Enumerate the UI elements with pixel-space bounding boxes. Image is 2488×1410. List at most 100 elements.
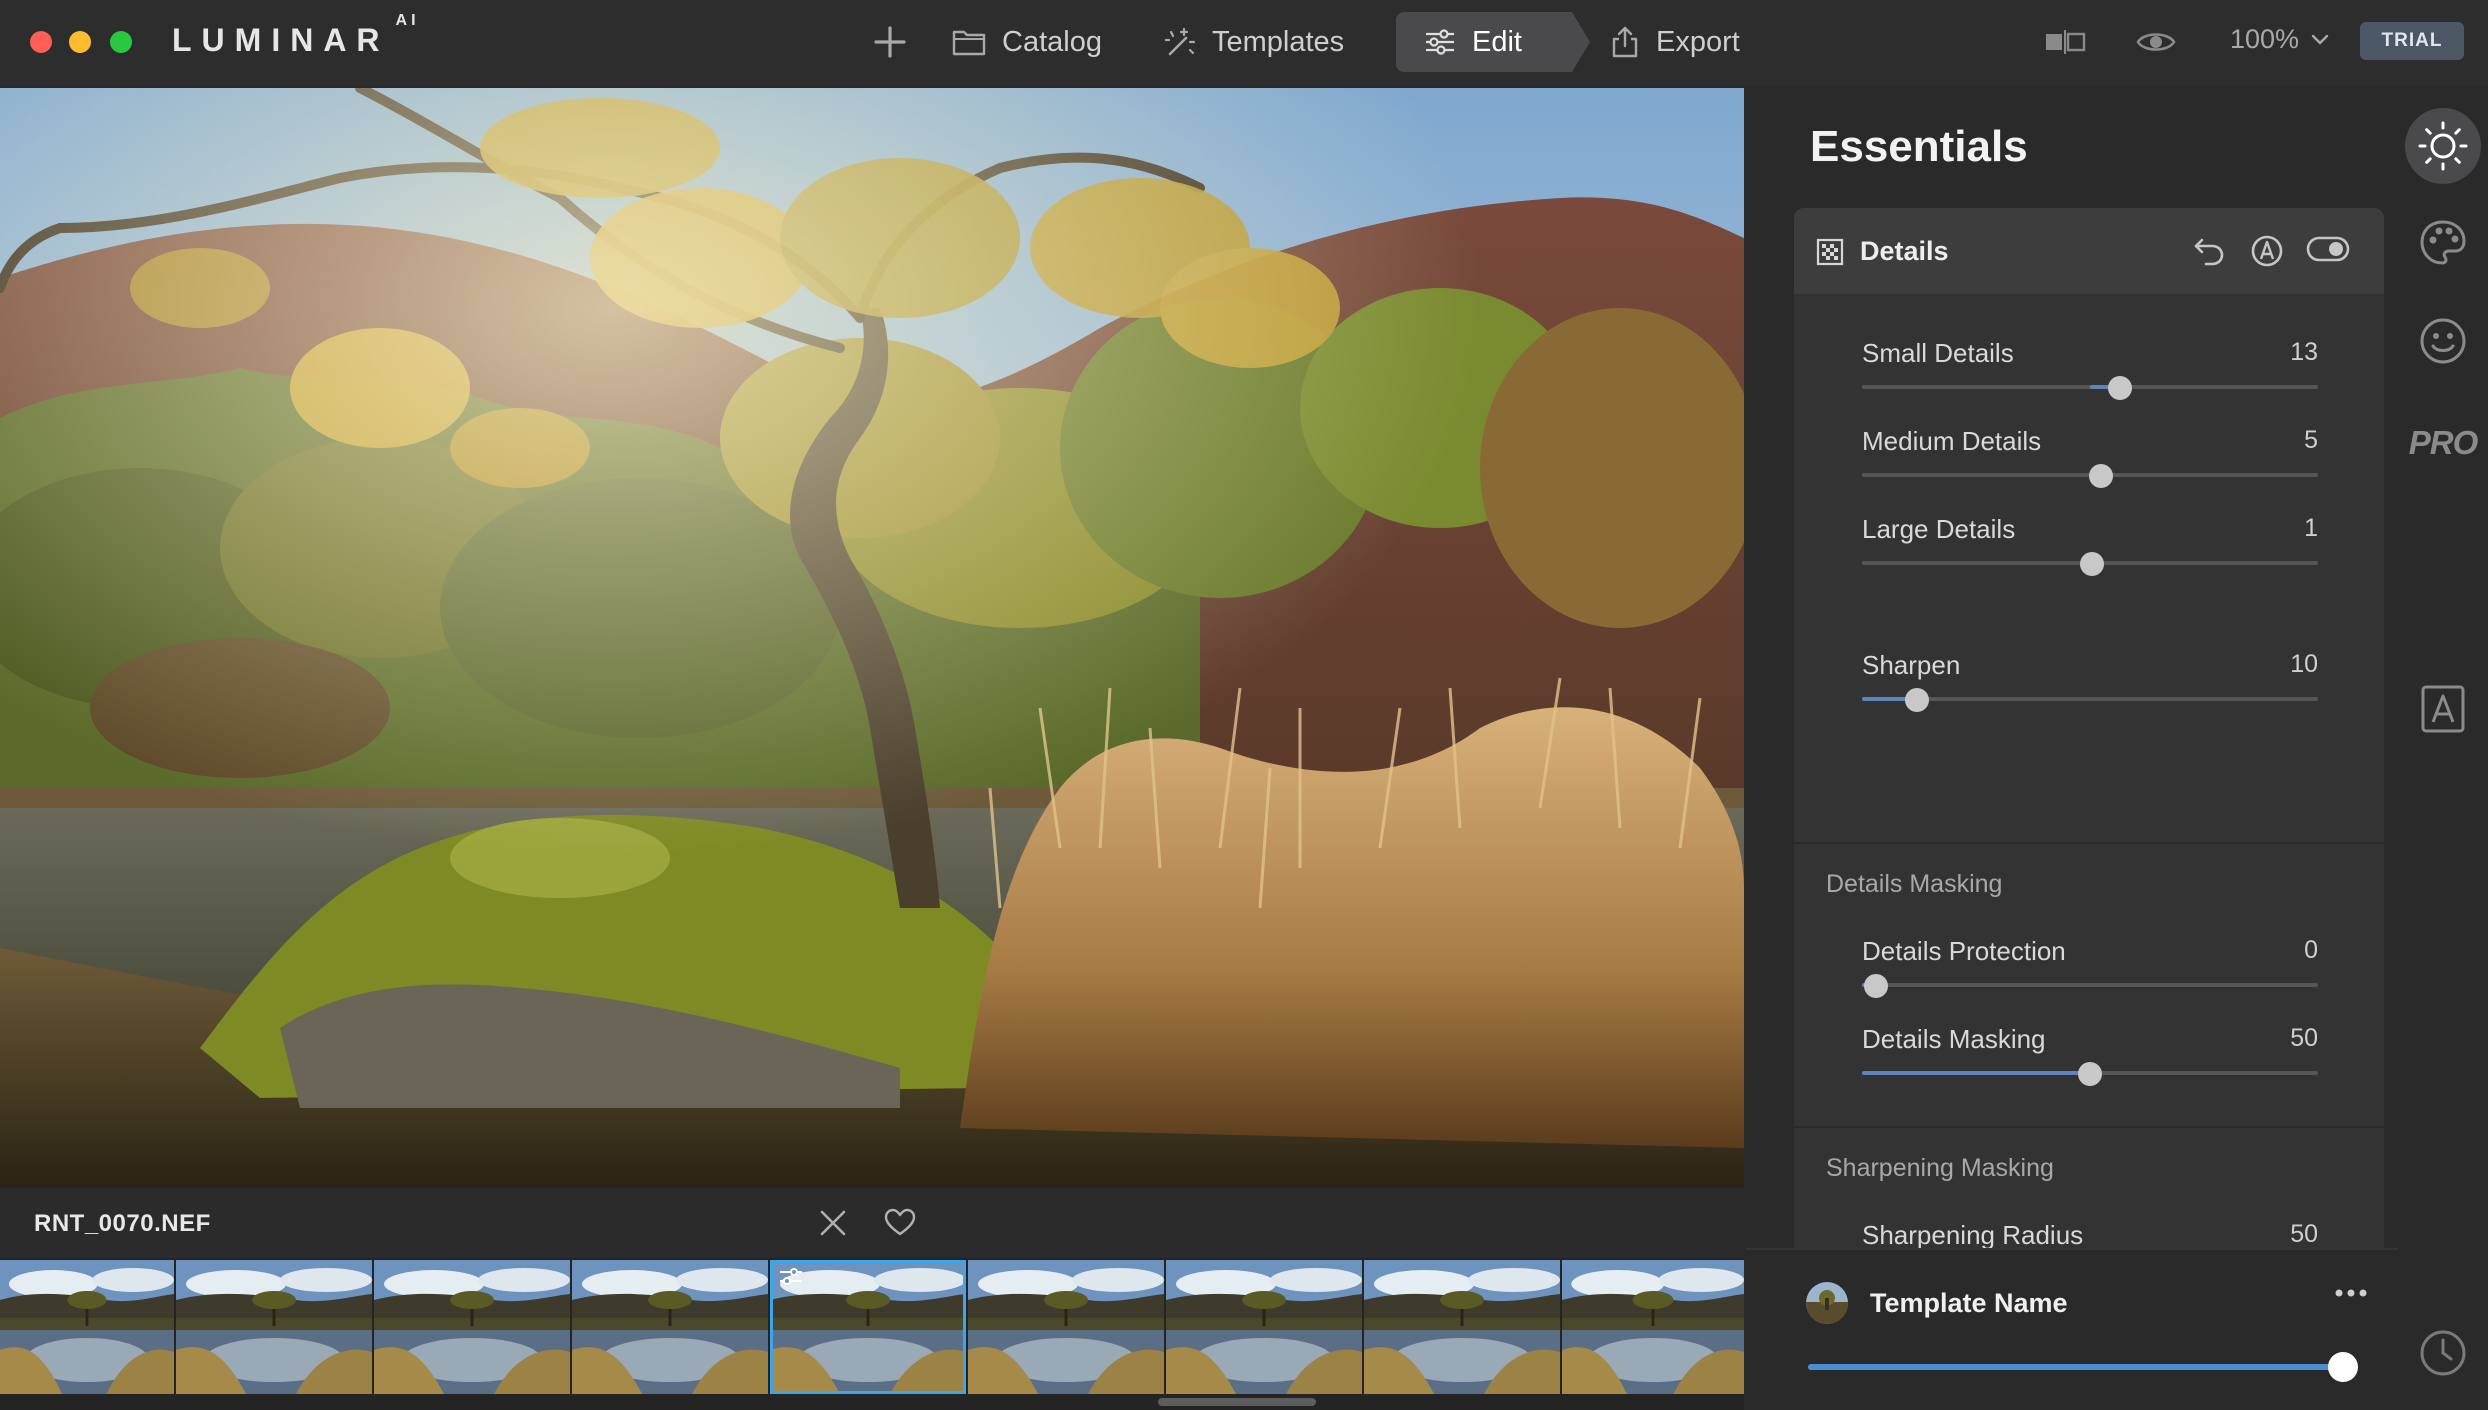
filmstrip-thumbnail[interactable]: [1364, 1260, 1560, 1394]
clock-icon: [2420, 1330, 2466, 1376]
thumbnail-image: [572, 1260, 768, 1394]
details-masking-fill: [1862, 1071, 2090, 1075]
medium-details-knob[interactable]: [2089, 464, 2114, 488]
portrait-tab[interactable]: [2398, 316, 2488, 366]
large-details-knob[interactable]: [2080, 552, 2105, 576]
small-details-knob[interactable]: [2108, 376, 2133, 400]
small-details-slider[interactable]: Small Details 13: [1862, 338, 2318, 408]
local-masking-tab[interactable]: [2398, 684, 2488, 734]
thumbnail-image: [1364, 1260, 1560, 1394]
large-details-value: 1: [2304, 514, 2318, 542]
filmstrip-thumbnail[interactable]: [176, 1260, 372, 1394]
undo-icon: [2194, 238, 2224, 266]
edit-panel: Essentials Details Details Masking Sharp…: [1746, 88, 2398, 1410]
small-details-label: Small Details: [1862, 338, 2014, 368]
preview-button[interactable]: [2136, 26, 2176, 63]
sharpening-radius-label: Sharpening Radius: [1862, 1220, 2084, 1250]
large-details-label: Large Details: [1862, 514, 2016, 544]
thumbnail-image: [0, 1260, 174, 1394]
template-amount-fill: [1808, 1364, 2343, 1370]
nav-catalog-label: Catalog: [1002, 25, 1102, 58]
tool-category-strip: PRO: [2398, 88, 2488, 1410]
details-tool-title: Details: [1860, 236, 1949, 266]
plus-icon: [874, 26, 906, 58]
filmstrip-thumbnail[interactable]: [572, 1260, 768, 1394]
landscape-image: [0, 88, 1744, 1188]
window-maximize-button[interactable]: [110, 31, 132, 53]
essentials-tab[interactable]: [2398, 108, 2488, 184]
brush-frame-icon: [2421, 685, 2465, 733]
thumbnail-image: [1562, 1260, 1744, 1394]
thumbnail-image: [176, 1260, 372, 1394]
section-divider: [1794, 1126, 2384, 1128]
large-details-slider[interactable]: Large Details 1: [1862, 514, 2318, 584]
magic-wand-icon: [1164, 27, 1196, 56]
sliders-icon: [1426, 29, 1454, 55]
template-amount-knob[interactable]: [2327, 1352, 2358, 1382]
filmstrip-thumbnail[interactable]: [374, 1260, 570, 1394]
pro-tab[interactable]: PRO: [2398, 424, 2488, 462]
sharpening-radius-value: 50: [2290, 1220, 2318, 1248]
window-close-button[interactable]: [30, 31, 52, 53]
mask-tool-button[interactable]: [2250, 234, 2284, 273]
favorite-button[interactable]: [884, 1208, 916, 1243]
creative-tab[interactable]: [2398, 218, 2488, 268]
trial-button[interactable]: TRIAL: [2360, 22, 2464, 60]
template-thumbnail-image: [1806, 1282, 1848, 1324]
template-bar: Template Name: [1746, 1248, 2398, 1410]
filmstrip-thumbnail[interactable]: [770, 1260, 966, 1394]
details-protection-value: 0: [2304, 936, 2318, 964]
brand-suffix: AI: [395, 12, 420, 30]
zoom-dropdown[interactable]: 100%: [2230, 24, 2329, 55]
sharpen-value: 10: [2290, 650, 2318, 678]
tool-visibility-toggle[interactable]: [2306, 234, 2350, 269]
details-protection-slider[interactable]: Details Protection 0: [1862, 936, 2318, 1006]
nav-catalog[interactable]: Catalog: [952, 12, 1102, 72]
thumbnail-image: [1166, 1260, 1362, 1394]
nav-edit-label: Edit: [1472, 25, 1522, 58]
details-masking-knob[interactable]: [2078, 1062, 2102, 1086]
sharpen-slider[interactable]: Sharpen 10: [1862, 650, 2318, 720]
medium-details-label: Medium Details: [1862, 426, 2042, 456]
medium-details-slider[interactable]: Medium Details 5: [1862, 426, 2318, 496]
window-minimize-button[interactable]: [69, 31, 91, 53]
heart-icon: [884, 1208, 916, 1236]
chevron-down-icon: [2311, 34, 2329, 45]
details-protection-knob[interactable]: [1863, 974, 1888, 998]
filmstrip-scrollbar[interactable]: [1158, 1398, 1316, 1406]
zoom-value: 100%: [2230, 24, 2300, 54]
share-icon: [1612, 26, 1638, 58]
filmstrip-thumbnail[interactable]: [1166, 1260, 1362, 1394]
nav-export-label: Export: [1656, 25, 1740, 58]
eye-icon: [2136, 33, 2176, 51]
main-photo[interactable]: [0, 88, 1744, 1188]
panel-title: Essentials: [1810, 122, 2028, 171]
details-protection-track[interactable]: [1862, 983, 2318, 987]
history-tab[interactable]: [2398, 1328, 2488, 1378]
smiley-icon: [2420, 318, 2466, 364]
nav-export[interactable]: Export: [1610, 12, 1740, 72]
medium-details-value: 5: [2304, 426, 2318, 454]
filmstrip-thumbnail[interactable]: [968, 1260, 1164, 1394]
sun-icon: [2418, 121, 2468, 171]
details-masking-heading: Details Masking: [1826, 870, 2003, 898]
details-masking-slider[interactable]: Details Masking 50: [1862, 1024, 2318, 1094]
image-filename: RNT_0070.NEF: [34, 1210, 211, 1237]
sharpen-knob[interactable]: [1904, 688, 1929, 712]
thumbnail-image: [374, 1260, 570, 1394]
sharpen-track[interactable]: [1862, 697, 2318, 701]
filmstrip-thumbnail[interactable]: [0, 1260, 174, 1394]
reset-tool-button[interactable]: [2192, 234, 2226, 273]
nav-templates[interactable]: Templates: [1162, 12, 1344, 72]
filmstrip-thumbnail[interactable]: [1562, 1260, 1744, 1394]
template-name: Template Name: [1870, 1288, 2068, 1318]
nav-edit[interactable]: Edit: [1396, 12, 1572, 72]
add-photos-button[interactable]: [870, 20, 910, 64]
compare-button[interactable]: [2044, 28, 2090, 61]
brush-mask-icon: [2251, 235, 2283, 267]
reject-button[interactable]: [818, 1208, 848, 1243]
details-tool-header[interactable]: Details: [1794, 208, 2384, 294]
template-thumbnail: [1806, 1282, 1848, 1324]
details-grid-icon: [1816, 238, 1844, 266]
template-more-button[interactable]: [2334, 1286, 2368, 1304]
